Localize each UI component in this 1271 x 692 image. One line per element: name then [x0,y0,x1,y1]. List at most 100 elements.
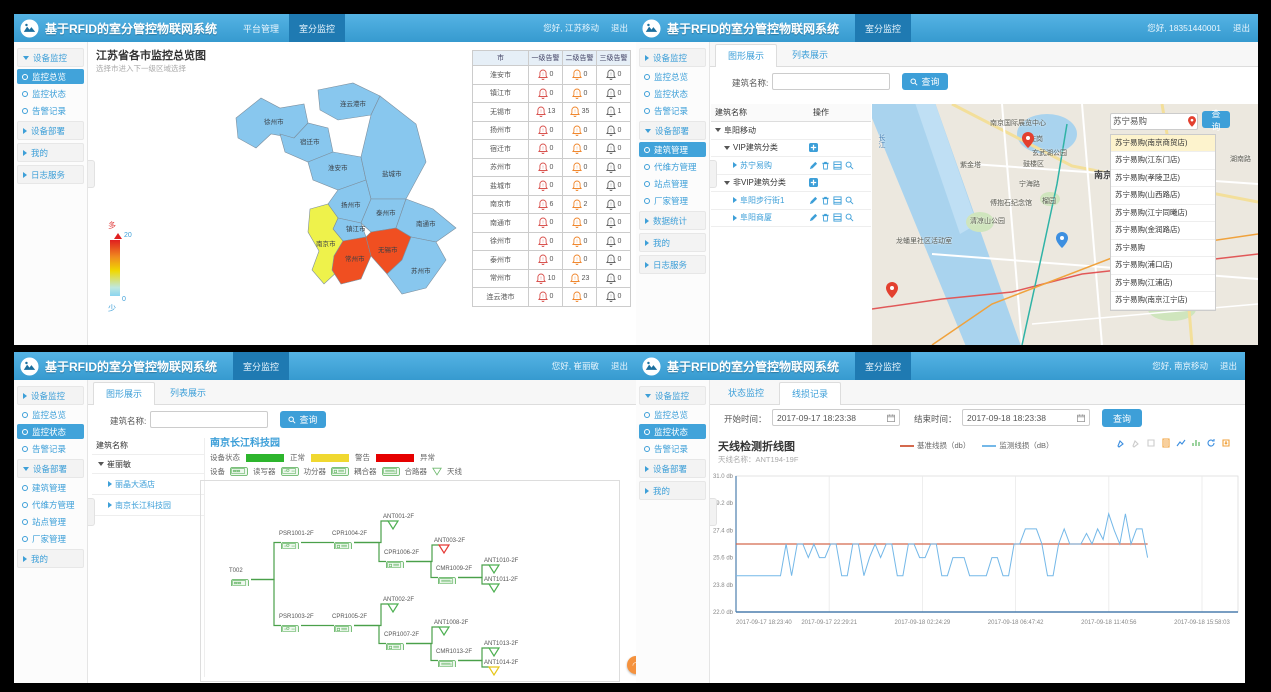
sidebar-item[interactable]: 代维方管理 [639,159,706,174]
sidebar-collapse-handle[interactable] [88,160,95,188]
map-search-result[interactable]: 苏宁易购(江宁同曦店) [1111,205,1215,223]
sidebar-item[interactable]: 监控状态 [17,424,84,439]
map-search-input[interactable] [1110,113,1198,130]
refresh-icon[interactable] [1206,438,1216,448]
map-pin-red[interactable] [1022,132,1034,148]
map-search-button[interactable]: 查询 [1202,111,1230,128]
topology-node-CPR1006[interactable]: CPR1006-2F [384,550,419,568]
grid-icon[interactable] [833,213,842,222]
map-pin-red[interactable] [886,282,898,298]
alarm-table-row[interactable]: 南京市!6!2!0 [473,196,631,215]
alarm-table-row[interactable]: 无锡市!13!35!1 [473,103,631,122]
alarm-table-row[interactable]: 镇江市!0!0!0 [473,85,631,104]
map-pin-blue[interactable] [1056,232,1068,248]
view-tab[interactable]: 列表展示 [157,381,219,404]
topology-node-CPR1005[interactable]: CPR1005-2F [332,614,367,632]
sidebar-item[interactable]: 建筑管理 [639,142,706,157]
bar-chart-icon[interactable] [1191,438,1201,448]
legend-item[interactable]: 基准线损（db） [900,440,970,451]
alarm-table-row[interactable]: 南通市!0!0!0 [473,214,631,233]
map-search-result[interactable]: 苏宁易购(金润路店) [1111,222,1215,240]
sidebar-group-1[interactable]: 设备部署 [17,459,84,478]
sidebar-item[interactable]: 监控总览 [17,69,84,84]
view-tab[interactable]: 列表展示 [779,43,841,66]
alarm-table-row[interactable]: 扬州市!0!0!0 [473,122,631,141]
sidebar-group-1[interactable]: 设备部署 [639,459,706,478]
sidebar-item[interactable]: 告警记录 [639,103,706,118]
map-search-result[interactable]: 苏宁易购(江东门店) [1111,152,1215,170]
alarm-table-row[interactable]: 苏州市!0!0!0 [473,159,631,178]
unmark-icon[interactable] [1131,438,1141,448]
sidebar-item[interactable]: 告警记录 [639,441,706,456]
map-search-result[interactable]: 苏宁易购(南京商贸店) [1111,135,1215,153]
top-nav-tab[interactable]: 室分监控 [855,352,911,380]
tree-row[interactable]: 阜阳移动 [711,122,871,140]
topology-node-CMR1013[interactable]: CMR1013-2F [436,649,472,667]
map-search-result[interactable]: 苏宁易购(山西路店) [1111,187,1215,205]
floating-action-button[interactable]: ◠ [627,656,636,674]
alarm-table-row[interactable]: 盐城市!0!0!0 [473,177,631,196]
legend-item[interactable]: 监测线损（dB） [982,440,1053,451]
map-search-result[interactable]: 苏宁易购(孝陵卫店) [1111,170,1215,188]
alarm-table-row[interactable]: 常州市!10!23!0 [473,270,631,289]
delete-icon[interactable] [821,161,830,170]
view-tab[interactable]: 线损记录 [779,382,841,405]
alarm-table-row[interactable]: 宿迁市!0!0!0 [473,140,631,159]
top-nav-tab[interactable]: 室分监控 [855,14,911,42]
topology-node-ANT1013[interactable]: ANT1013-2F [484,641,519,656]
search-button[interactable]: 查询 [280,411,326,428]
topology-node-ANT001[interactable]: ANT001-2F [383,514,414,529]
alarm-table-row[interactable]: 徐州市!0!0!0 [473,233,631,252]
tree-child-row[interactable]: 丽晶大酒店 [92,474,204,495]
edit-icon[interactable] [809,161,818,170]
clear-icon[interactable] [1146,438,1156,448]
sidebar-item[interactable]: 监控状态 [639,86,706,101]
view-tab[interactable]: 状态监控 [715,381,777,404]
building-name-input[interactable] [150,411,268,428]
topology-node-T002[interactable]: T002 [229,568,251,586]
sidebar-group-3[interactable]: 我的 [639,233,706,252]
sidebar-collapse-handle[interactable] [88,498,95,526]
query-button[interactable]: 查询 [1102,409,1142,427]
topology-node-CPR1004[interactable]: CPR1004-2F [332,531,367,549]
sidebar-item[interactable]: 建筑管理 [17,480,84,495]
sidebar-item[interactable]: 厂家管理 [639,193,706,208]
alarm-table-row[interactable]: 连云港市!0!0!0 [473,288,631,307]
logout-link[interactable]: 退出 [611,22,628,34]
sidebar-group-2[interactable]: 数据统计 [639,211,706,230]
line-chart-icon[interactable] [1176,438,1186,448]
end-time-input[interactable]: 2017-09-18 18:23:38 [962,409,1090,426]
sidebar-group-0[interactable]: 设备监控 [639,386,706,405]
sidebar-item[interactable]: 站点管理 [639,176,706,191]
sidebar-item[interactable]: 告警记录 [17,103,84,118]
map-search-result[interactable]: 苏宁易购(浦口店) [1111,257,1215,275]
top-nav-tab[interactable]: 平台管理 [233,14,289,42]
topology-node-PSR1001[interactable]: PSR1001-2F [279,531,314,549]
sidebar-item[interactable]: 厂家管理 [17,531,84,546]
search-icon[interactable] [845,161,854,170]
search-button[interactable]: 查询 [902,73,948,90]
search-icon[interactable] [845,196,854,205]
data-view-icon[interactable] [1161,438,1171,448]
sidebar-item[interactable]: 监控总览 [17,407,84,422]
sidebar-group-2[interactable]: 我的 [17,549,84,568]
sidebar-group-2[interactable]: 我的 [639,481,706,500]
sidebar-collapse-handle[interactable] [710,160,717,188]
topology-node-ANT1014[interactable]: ANT1014-2F [484,660,519,675]
logout-link[interactable]: 退出 [611,360,628,372]
sidebar-item[interactable]: 站点管理 [17,514,84,529]
topology-node-ANT002[interactable]: ANT002-2F [383,597,414,612]
tree-row[interactable]: 苏宁易购 [711,157,871,175]
delete-icon[interactable] [821,196,830,205]
edit-icon[interactable] [809,196,818,205]
sidebar-group-4[interactable]: 日志服务 [639,255,706,274]
logout-link[interactable]: 退出 [1220,360,1237,372]
sidebar-item[interactable]: 监控总览 [639,69,706,84]
sidebar-group-0[interactable]: 设备监控 [17,386,84,405]
view-tab[interactable]: 图形展示 [93,382,155,405]
logout-link[interactable]: 退出 [1233,22,1250,34]
tree-root-row[interactable]: 崔丽敏 [92,455,204,474]
topology-node-ANT1010[interactable]: ANT1010-2F [484,558,519,573]
sidebar-group-0[interactable]: 设备监控 [639,48,706,67]
top-nav-tab[interactable]: 室分监控 [233,352,289,380]
